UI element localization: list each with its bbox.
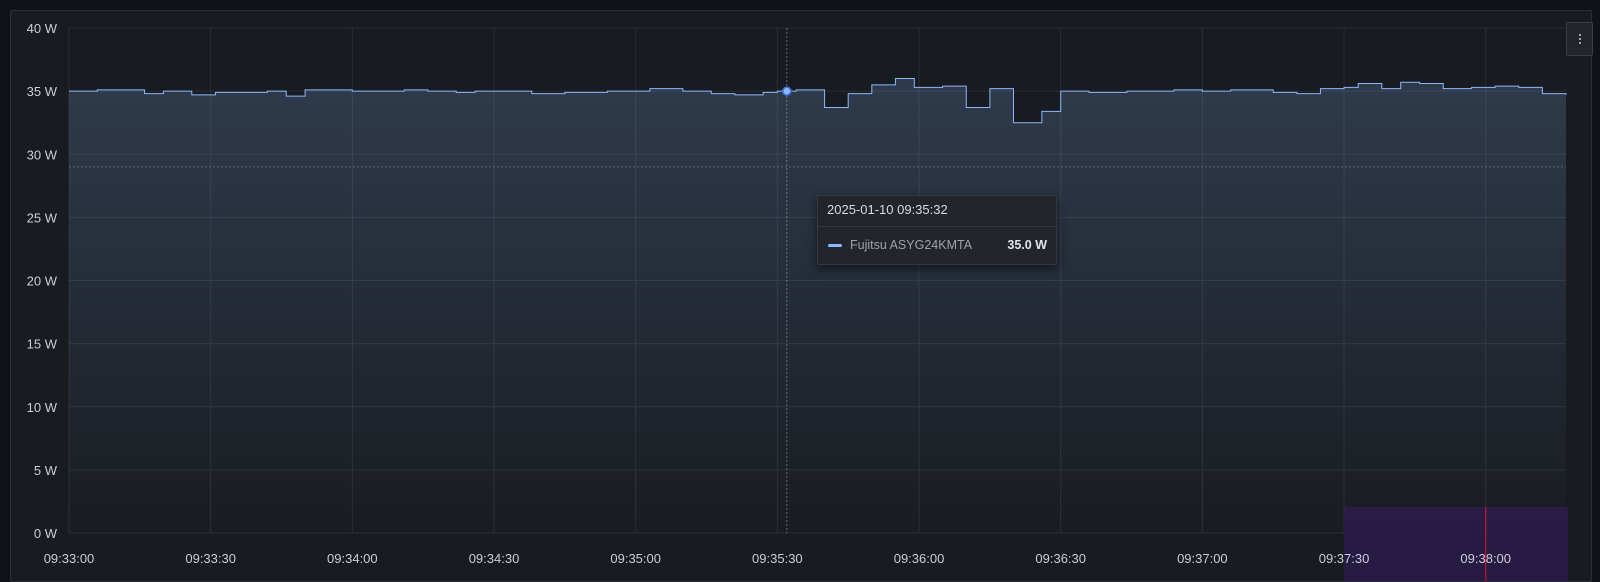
y-tick-label: 25 W [27, 210, 58, 225]
x-tick-label: 09:38:00 [1460, 551, 1511, 566]
y-tick-label: 40 W [27, 21, 58, 36]
kebab-menu-icon [1578, 38, 1581, 40]
x-axis: 09:33:00 09:33:30 09:34:00 09:34:30 09:35:00… [44, 551, 1511, 566]
power-chart[interactable]: 0 W 5 W 10 W 15 W 20 W 25 W 30 W 35 W 40 W 09:33… [11, 11, 1591, 581]
tooltip-divider [818, 226, 1056, 227]
y-tick-label: 0 W [34, 526, 58, 541]
y-tick-label: 5 W [34, 463, 58, 478]
y-tick-label: 30 W [27, 147, 58, 162]
x-tick-label: 09:34:30 [469, 551, 520, 566]
hover-point [782, 86, 792, 96]
x-tick-label: 09:33:00 [44, 551, 95, 566]
kebab-menu-icon [1578, 42, 1581, 44]
y-tick-label: 10 W [27, 400, 58, 415]
timeseries-panel: 0 W 5 W 10 W 15 W 20 W 25 W 30 W 35 W 40 W 09:33… [10, 10, 1593, 582]
y-tick-label: 35 W [27, 84, 58, 99]
x-tick-label: 09:35:00 [610, 551, 661, 566]
series-area-fill [69, 78, 1566, 533]
x-tick-label: 09:33:30 [185, 551, 236, 566]
x-tick-label: 09:34:00 [327, 551, 378, 566]
y-tick-label: 20 W [27, 274, 58, 289]
series-color-swatch [828, 244, 842, 247]
panel-menu-button[interactable] [1566, 22, 1593, 56]
x-tick-label: 09:36:30 [1035, 551, 1086, 566]
tooltip-series-value: 35.0 W [1007, 238, 1047, 252]
series-area [69, 78, 1566, 533]
tooltip-series-name: Fujitsu ASYG24KMTA [850, 238, 973, 252]
x-tick-label: 09:37:30 [1319, 551, 1370, 566]
y-tick-label: 15 W [27, 337, 58, 352]
x-tick-label: 09:37:00 [1177, 551, 1228, 566]
kebab-menu-icon [1578, 34, 1581, 36]
x-tick-label: 09:36:00 [894, 551, 945, 566]
tooltip-time: 2025-01-10 09:35:32 [827, 202, 948, 217]
x-tick-label: 09:35:30 [752, 551, 803, 566]
y-axis: 0 W 5 W 10 W 15 W 20 W 25 W 30 W 35 W 40 W [27, 21, 58, 541]
hover-tooltip: 2025-01-10 09:35:32 Fujitsu ASYG24KMTA 3… [817, 195, 1057, 265]
